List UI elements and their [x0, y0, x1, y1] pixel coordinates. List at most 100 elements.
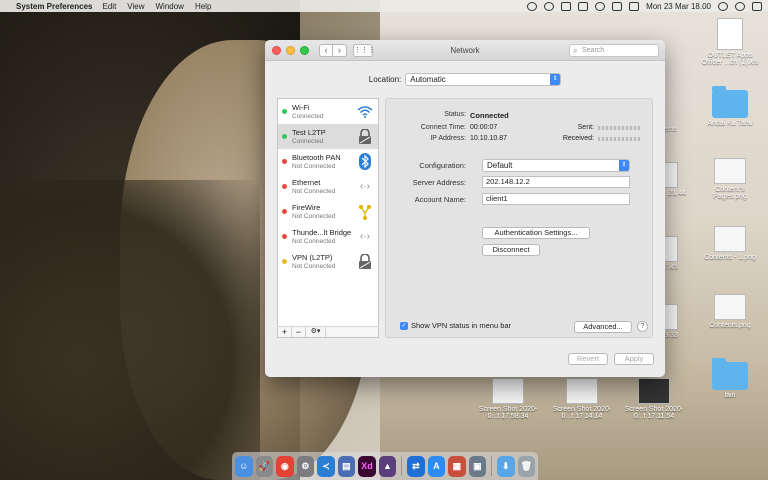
- advanced-button[interactable]: Advanced...: [574, 321, 632, 333]
- menu-view[interactable]: View: [127, 2, 144, 11]
- dock-photos-app-icon[interactable]: ▣: [468, 455, 487, 477]
- back-button[interactable]: ‹: [319, 43, 333, 57]
- image-thumbnail-icon: [638, 378, 670, 404]
- notification-center-icon[interactable]: [752, 1, 762, 11]
- dock-launchpad-icon[interactable]: 🚀: [255, 455, 274, 477]
- wallpaper-bush: [0, 180, 260, 480]
- service-item-test-l2tp[interactable]: Test L2TP Connected: [278, 124, 378, 149]
- desktop-icon-folder-andai[interactable]: Andai Ku Tahu: [698, 86, 762, 127]
- show-all-grid-icon[interactable]: ⋮⋮⋮: [353, 43, 375, 57]
- close-window-button[interactable]: [272, 45, 281, 55]
- siri-icon[interactable]: [735, 1, 745, 11]
- status-dot: [282, 234, 287, 239]
- image-thumbnail-icon: [714, 294, 746, 320]
- dock-teamviewer-icon[interactable]: ⇄: [407, 455, 425, 477]
- status-dot: [282, 209, 287, 214]
- dock-trash-icon[interactable]: 🗑: [517, 455, 536, 477]
- dock-chrome-icon[interactable]: ◉: [276, 455, 294, 477]
- menu-edit[interactable]: Edit: [103, 2, 117, 11]
- location-row: Location: Automatic ⇕: [265, 73, 665, 86]
- minimize-window-button[interactable]: [286, 45, 295, 55]
- desktop-icon-contents-pages[interactable]: Content's Pages.png: [698, 158, 762, 200]
- add-service-button[interactable]: +: [278, 327, 292, 337]
- menu-bar: System Preferences Edit View Window Help…: [0, 0, 768, 12]
- location-select[interactable]: Automatic ⇕: [405, 73, 562, 86]
- window-titlebar[interactable]: ‹ › ⋮⋮⋮ Network ⌕ Search: [265, 40, 665, 61]
- desktop-icon-xls[interactable]: OUTLET Apps Officer ...ch (1).xls: [698, 18, 762, 66]
- image-thumbnail-icon: [714, 226, 746, 252]
- spotlight-icon[interactable]: [718, 1, 728, 11]
- authentication-settings-button[interactable]: Authentication Settings...: [482, 227, 590, 239]
- service-item-thunderbolt-bridge[interactable]: Thunde...lt Bridge Not Connected ‹·›: [278, 224, 378, 249]
- status-dot: [282, 159, 287, 164]
- dock-separator: [401, 456, 403, 476]
- service-item-wifi[interactable]: Wi-Fi Connected: [278, 99, 378, 124]
- image-thumbnail-icon: [492, 378, 524, 404]
- service-list-toolbar: + − ⚙▾: [277, 326, 379, 338]
- ip-value: 10.10.10.87: [470, 135, 507, 142]
- status-wifi-icon[interactable]: [595, 1, 606, 11]
- vpn-lock-icon: [356, 253, 374, 271]
- dock-separator: [491, 456, 493, 476]
- bluetooth-icon: [356, 153, 374, 171]
- dock-downloads-folder-icon[interactable]: ⬇: [497, 455, 515, 477]
- dock-app-store-icon[interactable]: A: [427, 455, 446, 477]
- configuration-select[interactable]: Default ⇕: [482, 159, 630, 172]
- search-input[interactable]: ⌕ Search: [569, 44, 659, 57]
- desktop-icon-contents-1[interactable]: Contents - 1.png: [698, 226, 762, 261]
- disconnect-button[interactable]: Disconnect: [482, 244, 540, 256]
- connect-time-value: 00:00:07: [470, 124, 498, 131]
- sent-meter: [598, 126, 640, 130]
- forward-button[interactable]: ›: [333, 43, 347, 57]
- folder-icon: [712, 86, 748, 118]
- folder-icon: [712, 358, 748, 390]
- desktop-icon-shot-171154[interactable]: Screen Shot 2020-0...t 17.11.54: [622, 378, 686, 420]
- status-value: Connected: [470, 111, 509, 120]
- status-teamviewer-icon[interactable]: [561, 1, 572, 11]
- status-vpn-icon[interactable]: [527, 1, 538, 11]
- dock-notes-app-icon[interactable]: ▤: [337, 455, 356, 477]
- received-meter: [598, 137, 640, 141]
- menu-help[interactable]: Help: [195, 2, 211, 11]
- configuration-row: Configuration: Default ⇕: [386, 159, 646, 173]
- service-item-firewire[interactable]: FireWire Not Connected: [278, 199, 378, 224]
- dock: ☺ 🚀 ◉ ⚙ ≺ ▤ Xd ▲ ⇄ A ▦ ▣ ⬇ 🗑: [232, 452, 538, 480]
- menu-window[interactable]: Window: [156, 2, 184, 11]
- dock-vscode-icon[interactable]: ≺: [317, 455, 335, 477]
- status-circle-icon[interactable]: [544, 1, 555, 11]
- dock-finder-icon[interactable]: ☺: [235, 455, 253, 477]
- menu-clock[interactable]: Mon 23 Mar 18.00: [646, 2, 711, 11]
- menu-app-name[interactable]: System Preferences: [16, 2, 93, 11]
- status-flag-icon[interactable]: [629, 1, 640, 11]
- server-address-field[interactable]: 202.148.12.2: [482, 176, 630, 188]
- desktop-icon-folder-lain[interactable]: lain: [698, 358, 762, 399]
- show-vpn-status-checkbox[interactable]: ✓: [400, 321, 408, 330]
- dock-xd-icon[interactable]: Xd: [358, 455, 376, 477]
- desktop-icon-shot-175834[interactable]: Screen Shot 2020-0...t 17.58.34: [476, 378, 540, 420]
- dock-preview-icon[interactable]: ▦: [448, 455, 466, 477]
- status-display-icon[interactable]: [578, 1, 589, 11]
- gear-icon[interactable]: ⚙▾: [306, 327, 326, 337]
- dock-system-preferences-icon[interactable]: ⚙: [296, 455, 315, 477]
- desktop-icon-shot-171414[interactable]: Screen Shot 2020-0...t 17.14.14: [550, 378, 614, 420]
- show-vpn-status-option: ✓ Show VPN status in menu bar: [400, 321, 512, 330]
- service-item-ethernet[interactable]: Ethernet Not Connected ‹·›: [278, 174, 378, 199]
- zoom-window-button[interactable]: [300, 45, 309, 55]
- revert-button[interactable]: Revert: [568, 353, 608, 365]
- dock-cabinet-app-icon[interactable]: ▲: [378, 455, 397, 477]
- desktop-icon-contents[interactable]: Contents.png: [698, 294, 762, 329]
- remove-service-button[interactable]: −: [292, 327, 306, 337]
- window-controls: [272, 45, 309, 55]
- firewire-icon: [356, 203, 374, 221]
- account-name-row: Account Name: client1: [386, 193, 646, 207]
- ethernet-icon: ‹·›: [360, 181, 370, 192]
- help-button[interactable]: ?: [637, 321, 648, 332]
- service-item-bluetooth-pan[interactable]: Bluetooth PAN Not Connected: [278, 149, 378, 174]
- status-row: Status: Connected: [444, 111, 509, 120]
- account-name-field[interactable]: client1: [482, 193, 630, 205]
- service-detail-pane: Status: Connected Connect Time: 00:00:07…: [385, 98, 653, 338]
- ip-row: IP Address: 10.10.10.87 Received:: [386, 135, 646, 145]
- apply-button[interactable]: Apply: [614, 353, 654, 365]
- service-item-vpn-l2tp[interactable]: VPN (L2TP) Not Connected: [278, 249, 378, 274]
- status-battery-icon[interactable]: [612, 1, 623, 11]
